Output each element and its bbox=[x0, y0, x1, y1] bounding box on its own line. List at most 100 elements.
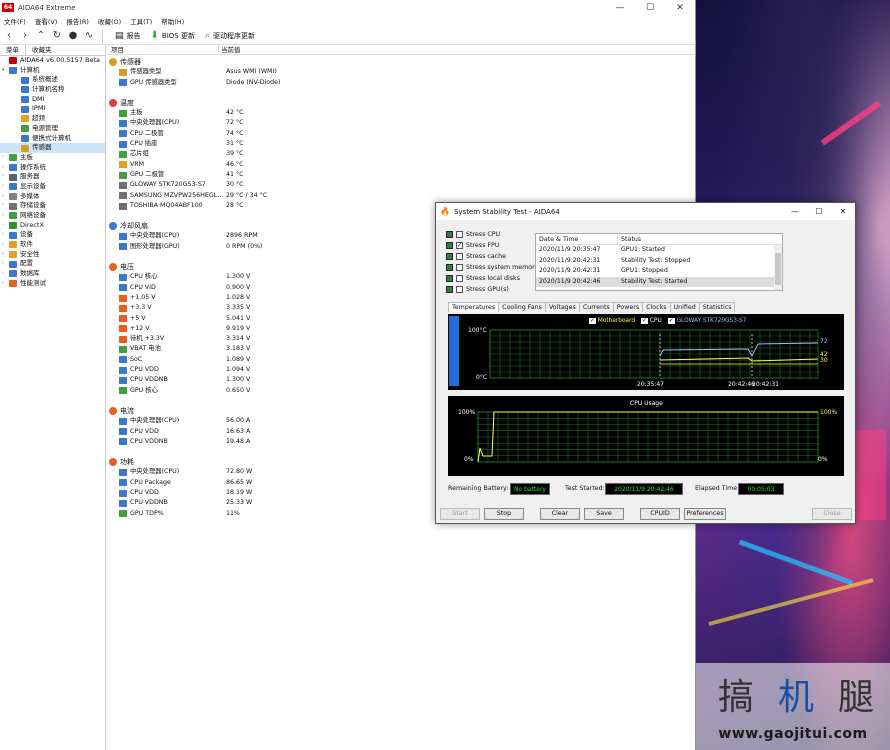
save-button[interactable]: Save bbox=[584, 508, 624, 520]
expand-arrow-icon[interactable]: › bbox=[2, 240, 8, 250]
log-row[interactable]: 2020/11/9 20:42:46 Stability Test: Starte… bbox=[536, 276, 782, 287]
sensor-row[interactable]: CPU 二极管 74 °C bbox=[107, 129, 695, 139]
tree-item[interactable]: › 设备 bbox=[0, 230, 105, 240]
tree-item[interactable]: 计算机名称 bbox=[0, 85, 105, 95]
clear-button[interactable]: Clear bbox=[540, 508, 580, 520]
tree-item[interactable]: › 存储设备 bbox=[0, 201, 105, 211]
forward-icon[interactable]: › bbox=[20, 30, 30, 41]
tree-item[interactable]: › 数据库 bbox=[0, 269, 105, 279]
dialog-maximize-button[interactable]: ☐ bbox=[807, 203, 831, 220]
stress-option[interactable]: Stress CPU bbox=[446, 231, 500, 238]
menu-report[interactable]: 报告(R) bbox=[66, 16, 89, 26]
stress-checkbox[interactable]: ✓ bbox=[456, 242, 463, 249]
log-row[interactable]: 2020/11/9 20:42:31 GPU1: Stopped bbox=[536, 266, 782, 277]
sensor-row[interactable]: GPU 二极管 41 °C bbox=[107, 170, 695, 180]
tree-item[interactable]: DMI bbox=[0, 95, 105, 105]
log-col-date[interactable]: Date & Time bbox=[536, 234, 618, 244]
stress-option[interactable]: ✓ Stress FPU bbox=[446, 242, 499, 249]
log-scrollbar[interactable] bbox=[774, 245, 782, 290]
up-icon[interactable]: ⌃ bbox=[36, 30, 46, 41]
graph-tab[interactable]: Cooling Fans bbox=[498, 302, 546, 312]
menu-tools[interactable]: 工具(T) bbox=[130, 16, 152, 26]
graph-tab[interactable]: Unified bbox=[669, 302, 700, 312]
report-button[interactable]: ▤ 报告 bbox=[115, 31, 141, 41]
legend-motherboard[interactable]: ✓ Motherboard bbox=[589, 318, 635, 324]
stop-button[interactable]: Stop bbox=[484, 508, 524, 520]
expand-arrow-icon[interactable]: › bbox=[2, 221, 8, 231]
user-icon[interactable]: ● bbox=[68, 30, 78, 41]
preferences-button[interactable]: Preferences bbox=[684, 508, 726, 520]
graph-tab[interactable]: Voltages bbox=[544, 302, 580, 312]
menu-file[interactable]: 文件(F) bbox=[4, 16, 26, 26]
menu-help[interactable]: 帮助(H) bbox=[161, 16, 184, 26]
graph-tab[interactable]: Statistics bbox=[698, 302, 736, 312]
sensor-row[interactable]: 传感器类型 Asus WMI (WMI) bbox=[107, 67, 695, 77]
expand-arrow-icon[interactable]: › bbox=[2, 259, 8, 269]
tree-item[interactable]: ▾ 计算机 bbox=[0, 66, 105, 76]
sensor-row[interactable]: CPU 插座 31 °C bbox=[107, 139, 695, 149]
expand-arrow-icon[interactable]: › bbox=[2, 211, 8, 221]
graph-tab[interactable]: Currents bbox=[578, 302, 614, 312]
expand-arrow-icon[interactable]: › bbox=[2, 279, 8, 289]
column-item[interactable]: 项目 bbox=[107, 45, 219, 54]
menu-favorites[interactable]: 收藏(O) bbox=[98, 16, 121, 26]
legend-cpu[interactable]: ✓ CPU bbox=[641, 318, 662, 324]
expand-arrow-icon[interactable]: › bbox=[2, 230, 8, 240]
sensor-row[interactable]: SAMSUNG MZVPW256HEGL... 29 °C / 34 °C bbox=[107, 191, 695, 201]
stress-checkbox[interactable] bbox=[456, 231, 463, 238]
tree-item[interactable]: › 安全性 bbox=[0, 250, 105, 260]
expand-arrow-icon[interactable]: › bbox=[2, 269, 8, 279]
legend-ssd[interactable]: ✓ GLOWAY STK720GS3-S7 bbox=[667, 318, 746, 324]
sensor-row[interactable]: GLOWAY STK720GS3-S7 30 °C bbox=[107, 180, 695, 190]
cpuid-button[interactable]: CPUID bbox=[640, 508, 680, 520]
expand-arrow-icon[interactable]: › bbox=[2, 153, 8, 163]
graph-tab[interactable]: Temperatures bbox=[448, 302, 500, 312]
start-button[interactable]: Start bbox=[440, 508, 480, 520]
tree-item[interactable]: › 配置 bbox=[0, 259, 105, 269]
log-col-status[interactable]: Status bbox=[618, 234, 641, 244]
tree-item[interactable]: › 操作系统 bbox=[0, 163, 105, 173]
tab-menu[interactable]: 菜单 bbox=[0, 45, 26, 55]
sensor-row[interactable]: GPU 传感器类型 Diode (NV-Diode) bbox=[107, 78, 695, 88]
log-row[interactable]: 2020/11/9 20:35:47 GPU1: Started bbox=[536, 245, 782, 256]
tree-item[interactable]: 超频 bbox=[0, 114, 105, 124]
back-icon[interactable]: ‹ bbox=[4, 30, 14, 41]
sensor-row[interactable]: 主板 42 °C bbox=[107, 108, 695, 118]
graph-tab[interactable]: Powers bbox=[612, 302, 644, 312]
tree-item[interactable]: 传感器 bbox=[0, 143, 105, 153]
tree-item[interactable]: › DirectX bbox=[0, 221, 105, 231]
maximize-button[interactable]: ☐ bbox=[635, 0, 665, 15]
sensor-row[interactable]: 中央处理器(CPU) 72 °C bbox=[107, 118, 695, 128]
stress-option[interactable]: Stress GPU(s) bbox=[446, 286, 509, 293]
tree-item[interactable]: 系统概述 bbox=[0, 75, 105, 85]
expand-arrow-icon[interactable]: › bbox=[2, 172, 8, 182]
stress-option[interactable]: Stress system memory bbox=[446, 264, 538, 271]
stress-checkbox[interactable] bbox=[456, 264, 463, 271]
expand-arrow-icon[interactable]: › bbox=[2, 192, 8, 202]
dialog-minimize-button[interactable]: — bbox=[783, 203, 807, 220]
chart-icon[interactable]: ∿ bbox=[84, 30, 94, 41]
close-button[interactable]: ✕ bbox=[665, 0, 695, 15]
tree-item[interactable]: › 多媒体 bbox=[0, 192, 105, 202]
stress-checkbox[interactable] bbox=[456, 275, 463, 282]
refresh-icon[interactable]: ↻ bbox=[52, 30, 62, 41]
driver-update-button[interactable]: ⌕ 驱动程序更新 bbox=[205, 31, 255, 41]
bios-update-button[interactable]: ⬇ BIOS 更新 bbox=[151, 30, 195, 41]
tree-item[interactable]: › 网络设备 bbox=[0, 211, 105, 221]
menu-view[interactable]: 查看(V) bbox=[35, 16, 58, 26]
log-row[interactable]: 2020/11/9 20:42:31 Stability Test: Stoppe… bbox=[536, 256, 782, 267]
tree-item[interactable]: › 软件 bbox=[0, 240, 105, 250]
expand-arrow-icon[interactable]: › bbox=[2, 182, 8, 192]
minimize-button[interactable]: — bbox=[605, 0, 635, 15]
stress-option[interactable]: Stress cache bbox=[446, 253, 506, 260]
tree-item[interactable]: IPMI bbox=[0, 104, 105, 114]
tree-item[interactable]: › 性能测试 bbox=[0, 279, 105, 289]
stress-checkbox[interactable] bbox=[456, 286, 463, 293]
expand-arrow-icon[interactable]: › bbox=[2, 163, 8, 173]
dialog-close-action-button[interactable]: Close bbox=[812, 508, 852, 520]
tree-item[interactable]: › 显示设备 bbox=[0, 182, 105, 192]
expand-arrow-icon[interactable]: ▾ bbox=[2, 66, 8, 76]
sensor-row[interactable]: VRM 46 °C bbox=[107, 160, 695, 170]
stress-option[interactable]: Stress local disks bbox=[446, 275, 520, 282]
tree-item[interactable]: AIDA64 v6.00.5157 Beta bbox=[0, 56, 105, 66]
